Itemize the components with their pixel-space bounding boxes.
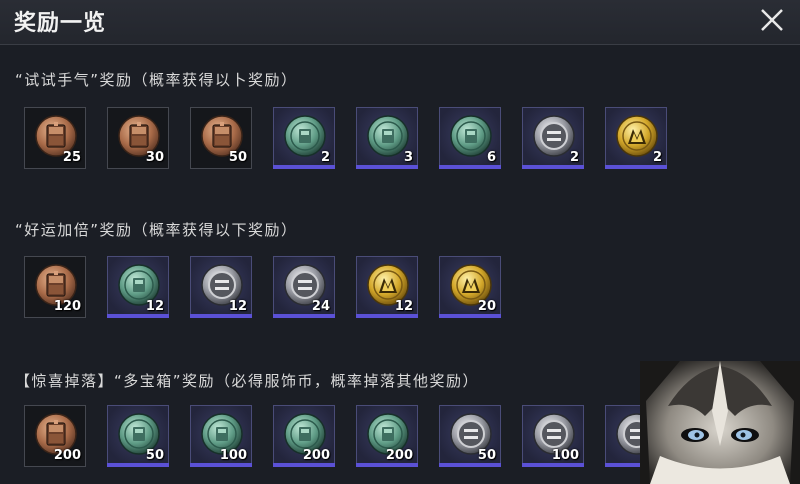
reward-item[interactable]: 3 [356,107,418,169]
reward-item[interactable]: 120 [24,256,86,318]
reward-item[interactable]: 20 [439,256,501,318]
reward-count: 12 [228,299,247,314]
reward-item[interactable]: 6 [439,107,501,169]
reward-item[interactable]: 200 [24,405,86,467]
reward-item[interactable]: 2 [522,107,584,169]
reward-count: 200 [53,448,81,463]
reward-count: 50 [145,448,164,463]
reward-item[interactable]: 100 [190,405,252,467]
reward-count: 20 [477,299,496,314]
husky-face-icon [640,361,800,484]
husky-overlay [640,361,800,484]
title-bar: 奖励一览 [0,0,800,45]
reward-item[interactable]: 100 [522,405,584,467]
reward-item[interactable]: 200 [356,405,418,467]
reward-count: 12 [145,299,164,314]
reward-count: 2 [320,150,330,165]
reward-item[interactable]: 25 [24,107,86,169]
section-label-double: “好运加倍”奖励（概率获得以下奖励） [15,221,298,239]
reward-count: 200 [385,448,413,463]
close-icon [761,9,783,31]
reward-item[interactable]: 2 [273,107,335,169]
reward-item[interactable]: 50 [190,107,252,169]
reward-item[interactable]: 50 [439,405,501,467]
reward-count: 12 [394,299,413,314]
reward-count: 100 [551,448,579,463]
page-title: 奖励一览 [14,11,107,36]
reward-count: 3 [403,150,413,165]
reward-count: 30 [145,150,164,165]
reward-count: 120 [53,299,81,314]
reward-count: 2 [569,150,579,165]
reward-item[interactable]: 12 [190,256,252,318]
reward-count: 50 [228,150,247,165]
section-label-lucky: “试试手气”奖励（概率获得以卜奖励） [15,71,298,89]
reward-count: 50 [477,448,496,463]
reward-item[interactable]: 24 [273,256,335,318]
reward-count: 25 [62,150,81,165]
reward-count: 2 [652,150,662,165]
reward-item[interactable]: 12 [356,256,418,318]
close-button[interactable] [752,2,792,40]
reward-item[interactable]: 12 [107,256,169,318]
reward-count: 100 [219,448,247,463]
reward-item[interactable]: 2 [605,107,667,169]
reward-item[interactable]: 30 [107,107,169,169]
reward-count: 24 [311,299,330,314]
section-label-surprise: 【惊喜掉落】“多宝箱”奖励（必得服饰币，概率掉落其他奖励） [15,372,480,390]
reward-item[interactable]: 200 [273,405,335,467]
reward-count: 200 [302,448,330,463]
reward-count: 6 [486,150,496,165]
reward-item[interactable]: 50 [107,405,169,467]
